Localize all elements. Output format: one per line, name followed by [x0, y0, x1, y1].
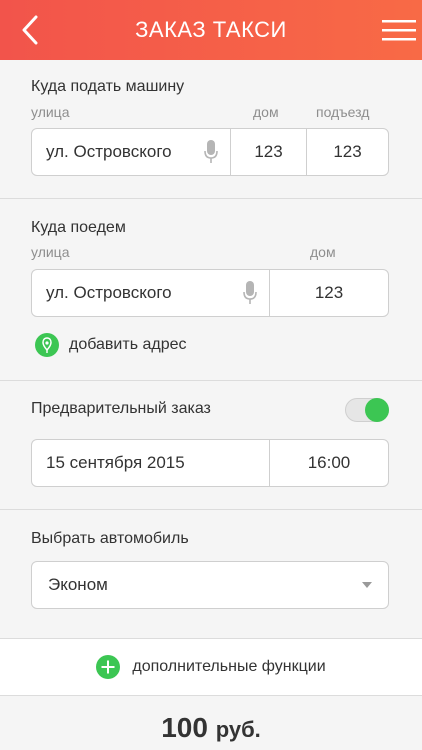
pickup-entrance-label: подъезд: [316, 104, 370, 120]
price-currency: руб.: [215, 717, 261, 742]
dropdown-caret-icon: [362, 582, 372, 588]
destination-street-label: улица: [31, 244, 70, 260]
extra-features-label: дополнительные функции: [132, 658, 326, 675]
preorder-date-value: 15 сентября 2015: [46, 453, 185, 472]
pickup-house-value: 123: [254, 142, 283, 161]
extra-features-button[interactable]: дополнительные функции: [0, 638, 422, 696]
section-divider: [0, 198, 422, 199]
price-amount: 100: [161, 712, 208, 743]
destination-address-fields: ул. Островского 123: [31, 269, 389, 317]
toggle-knob: [365, 398, 389, 422]
preorder-toggle[interactable]: [345, 398, 389, 422]
add-address-button[interactable]: добавить адрес: [35, 333, 187, 357]
microphone-icon[interactable]: [204, 140, 218, 164]
preorder-datetime-fields: 15 сентября 2015 16:00: [31, 439, 389, 487]
trip-price: 100 руб.: [0, 712, 422, 744]
destination-title: Куда поедем: [31, 219, 126, 236]
destination-street-value: ул. Островского: [46, 283, 172, 302]
pickup-house-input[interactable]: 123: [231, 129, 307, 175]
car-class-value: Эконом: [48, 575, 108, 594]
preorder-date-input[interactable]: 15 сентября 2015: [32, 440, 270, 486]
pickup-street-label: улица: [31, 104, 70, 120]
section-divider: [0, 509, 422, 510]
car-title: Выбрать автомобиль: [31, 530, 189, 547]
page-title: ЗАКАЗ ТАКСИ: [135, 17, 287, 42]
microphone-icon[interactable]: [243, 281, 257, 305]
plus-circle-icon: [96, 655, 121, 679]
destination-house-value: 123: [314, 283, 344, 302]
add-address-label: добавить адрес: [69, 336, 187, 353]
app-header: ЗАКАЗ ТАКСИ: [0, 0, 422, 60]
chevron-left-icon: [22, 15, 38, 45]
hamburger-menu-icon: [382, 20, 416, 41]
add-address-pin-icon: [35, 333, 59, 357]
destination-house-input[interactable]: 123: [270, 270, 388, 316]
pickup-street-input[interactable]: ул. Островского: [32, 129, 231, 175]
pickup-title: Куда подать машину: [31, 78, 185, 95]
preorder-title: Предварительный заказ: [31, 400, 211, 417]
back-button[interactable]: [12, 12, 48, 48]
destination-street-input[interactable]: ул. Островского: [32, 270, 270, 316]
pickup-entrance-value: 123: [333, 142, 362, 161]
section-divider: [0, 380, 422, 381]
pickup-entrance-input[interactable]: 123: [307, 129, 388, 175]
pickup-address-fields: ул. Островского 123 123: [31, 128, 389, 176]
pickup-street-value: ул. Островского: [46, 142, 172, 161]
destination-house-label: дом: [310, 244, 336, 260]
preorder-time-input[interactable]: 16:00: [270, 440, 388, 486]
pickup-house-label: дом: [253, 104, 279, 120]
preorder-time-value: 16:00: [307, 453, 351, 472]
car-class-select[interactable]: Эконом: [31, 561, 389, 609]
menu-button[interactable]: [376, 12, 422, 48]
